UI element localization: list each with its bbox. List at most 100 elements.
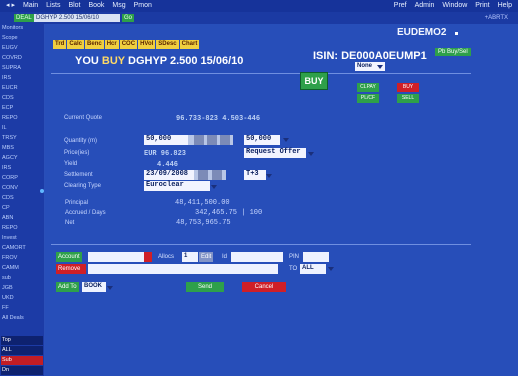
menu-window[interactable]: Window — [442, 0, 467, 12]
sidebar-item-sub[interactable]: sub — [1, 274, 43, 283]
indicator-dot — [40, 189, 44, 193]
sidebar-bottom-dn[interactable]: Dn — [1, 366, 43, 375]
menu-book[interactable]: Book — [88, 0, 104, 12]
send-button[interactable]: Send — [186, 282, 224, 292]
sidebar-item-ff[interactable]: FF — [1, 304, 43, 313]
menu-help[interactable]: Help — [498, 0, 512, 12]
quantity-right-input[interactable]: 50,000 — [244, 135, 280, 145]
sidebar-item-agcy[interactable]: AGCY — [1, 154, 43, 163]
tab-chart[interactable]: Chart — [179, 40, 200, 49]
to-select[interactable]: ALL — [300, 264, 326, 274]
menu-pmon[interactable]: Pmon — [134, 0, 152, 12]
sidebar-item-jgb[interactable]: JGB — [1, 284, 43, 293]
add-to-button[interactable]: Add To — [56, 282, 79, 292]
deal-action: BUY — [101, 55, 125, 67]
allocs-input[interactable]: 1 — [182, 252, 198, 262]
buy-button[interactable]: BUY — [300, 72, 328, 90]
menu-print[interactable]: Print — [475, 0, 489, 12]
stepper-down[interactable] — [207, 135, 217, 145]
tab-sdesc[interactable]: SDesc — [156, 40, 179, 49]
sidebar-item-supra[interactable]: SUPRA — [1, 64, 43, 73]
account-clear-button[interactable] — [144, 252, 152, 262]
sidebar-item-monitors[interactable]: Monitors — [1, 24, 43, 33]
sidebar-item-conv[interactable]: CONV — [1, 184, 43, 193]
settlement-t-select[interactable]: T+3 — [244, 170, 266, 180]
sidebar-item-irs-2[interactable]: IRS — [1, 164, 43, 173]
sidebar-item-cp[interactable]: CP — [1, 204, 43, 213]
cancel-button[interactable]: Cancel — [242, 282, 286, 292]
tab-coc[interactable]: COC — [119, 40, 138, 49]
menu-admin[interactable]: Admin — [415, 0, 435, 12]
sidebar-item-covrd[interactable]: COVRD — [1, 54, 43, 63]
sidebar-item-mbs[interactable]: MBS — [1, 144, 43, 153]
stepper-more[interactable] — [220, 135, 230, 145]
sidebar-item-eucr[interactable]: EUCR — [1, 84, 43, 93]
id-label: Id — [222, 254, 228, 260]
chevron-down-icon — [377, 65, 383, 69]
tab-calc[interactable]: Calc — [67, 40, 85, 49]
sidebar-item-repo-2[interactable]: REPO — [1, 224, 43, 233]
tab-benc[interactable]: Benc — [85, 40, 104, 49]
pb-buy-sell-button[interactable]: Pb Buy/Sel — [435, 48, 471, 56]
sidebar-item-corp[interactable]: CORP — [1, 174, 43, 183]
none-select[interactable]: None — [355, 62, 385, 71]
sidebar-item-frov[interactable]: FROV — [1, 254, 43, 263]
sell-button[interactable]: SELL — [397, 94, 419, 103]
chevron-down-icon — [266, 174, 272, 178]
menu-main[interactable]: Main — [23, 0, 38, 12]
stepper-prev[interactable] — [198, 170, 208, 180]
remove-button[interactable]: Remove — [56, 264, 86, 274]
tab-trd[interactable]: Trd — [53, 40, 67, 49]
sidebar-item-cds-2[interactable]: CDS — [1, 194, 43, 203]
clpay-button[interactable]: CLPAY — [357, 83, 379, 92]
go-button[interactable]: Go — [122, 14, 135, 22]
divider — [51, 73, 471, 74]
tab-hcr[interactable]: Hcr — [104, 40, 119, 49]
sidebar-item-camm[interactable]: CAMM — [1, 264, 43, 273]
sidebar-item-abn[interactable]: ABN — [1, 214, 43, 223]
sidebar-item-irs[interactable]: IRS — [1, 74, 43, 83]
account-button[interactable]: Account — [56, 252, 82, 262]
deal-badge[interactable]: DEAL — [14, 14, 34, 22]
stepper-up[interactable] — [194, 135, 204, 145]
clearing-select[interactable]: Euroclear — [144, 181, 210, 191]
pin-input[interactable] — [303, 252, 329, 262]
edit-button[interactable]: Edit — [199, 252, 214, 262]
sidebar-bottom-sub[interactable]: Sub — [1, 356, 43, 365]
sidebar-item-all-deals[interactable]: All Deals — [1, 314, 43, 323]
sidebar-bottom-top[interactable]: Top — [1, 336, 43, 345]
sidebar-item-eugv[interactable]: EUGV — [1, 44, 43, 53]
menu-lists[interactable]: Lists — [46, 0, 60, 12]
menu-blot[interactable]: Blot — [68, 0, 80, 12]
sidebar-item-repo[interactable]: REPO — [1, 114, 43, 123]
sidebar-item-invest[interactable]: Invest — [1, 234, 43, 243]
sidebar-item-il[interactable]: IL — [1, 124, 43, 133]
remove-input[interactable] — [88, 264, 278, 274]
menu-pref[interactable]: Pref — [394, 0, 407, 12]
sidebar-bottom-all[interactable]: ALL — [1, 346, 43, 355]
pin-label: PIN — [289, 254, 300, 260]
sidebar-item-cds[interactable]: CDS — [1, 94, 43, 103]
sidebar-item-ukd[interactable]: UKD — [1, 294, 43, 303]
quantity-input[interactable]: 50,000 — [144, 135, 188, 145]
status-dot — [455, 32, 458, 35]
sidebar-item-scope[interactable]: Scope — [1, 34, 43, 43]
mini-buy-button[interactable]: BUY — [397, 83, 419, 92]
sidebar-item-ecp[interactable]: ECP — [1, 104, 43, 113]
quantity-stepper[interactable] — [188, 135, 233, 145]
stepper-next[interactable] — [212, 170, 222, 180]
settlement-date-input[interactable]: 23/09/2008 — [144, 170, 194, 180]
menu-bar: ◂ ▸ Main Lists Blot Book Msg Pmon Pref A… — [0, 0, 518, 12]
id-input[interactable] — [231, 252, 283, 262]
sidebar-item-trsy[interactable]: TRSY — [1, 134, 43, 143]
sidebar-item-camort[interactable]: CAMORT — [1, 244, 43, 253]
instrument-field[interactable]: DGHYP 2.500 15/06/10 — [34, 14, 120, 22]
tab-hvol[interactable]: HVol — [138, 40, 156, 49]
plcf-button[interactable]: PL/CF — [357, 94, 379, 103]
request-offer-select[interactable]: Request Offer — [244, 148, 306, 158]
menu-icon[interactable]: ◂ ▸ — [6, 0, 15, 12]
menu-msg[interactable]: Msg — [112, 0, 125, 12]
settlement-stepper[interactable] — [194, 170, 226, 180]
account-input[interactable] — [88, 252, 144, 262]
book-select[interactable]: BOOK — [82, 282, 106, 292]
